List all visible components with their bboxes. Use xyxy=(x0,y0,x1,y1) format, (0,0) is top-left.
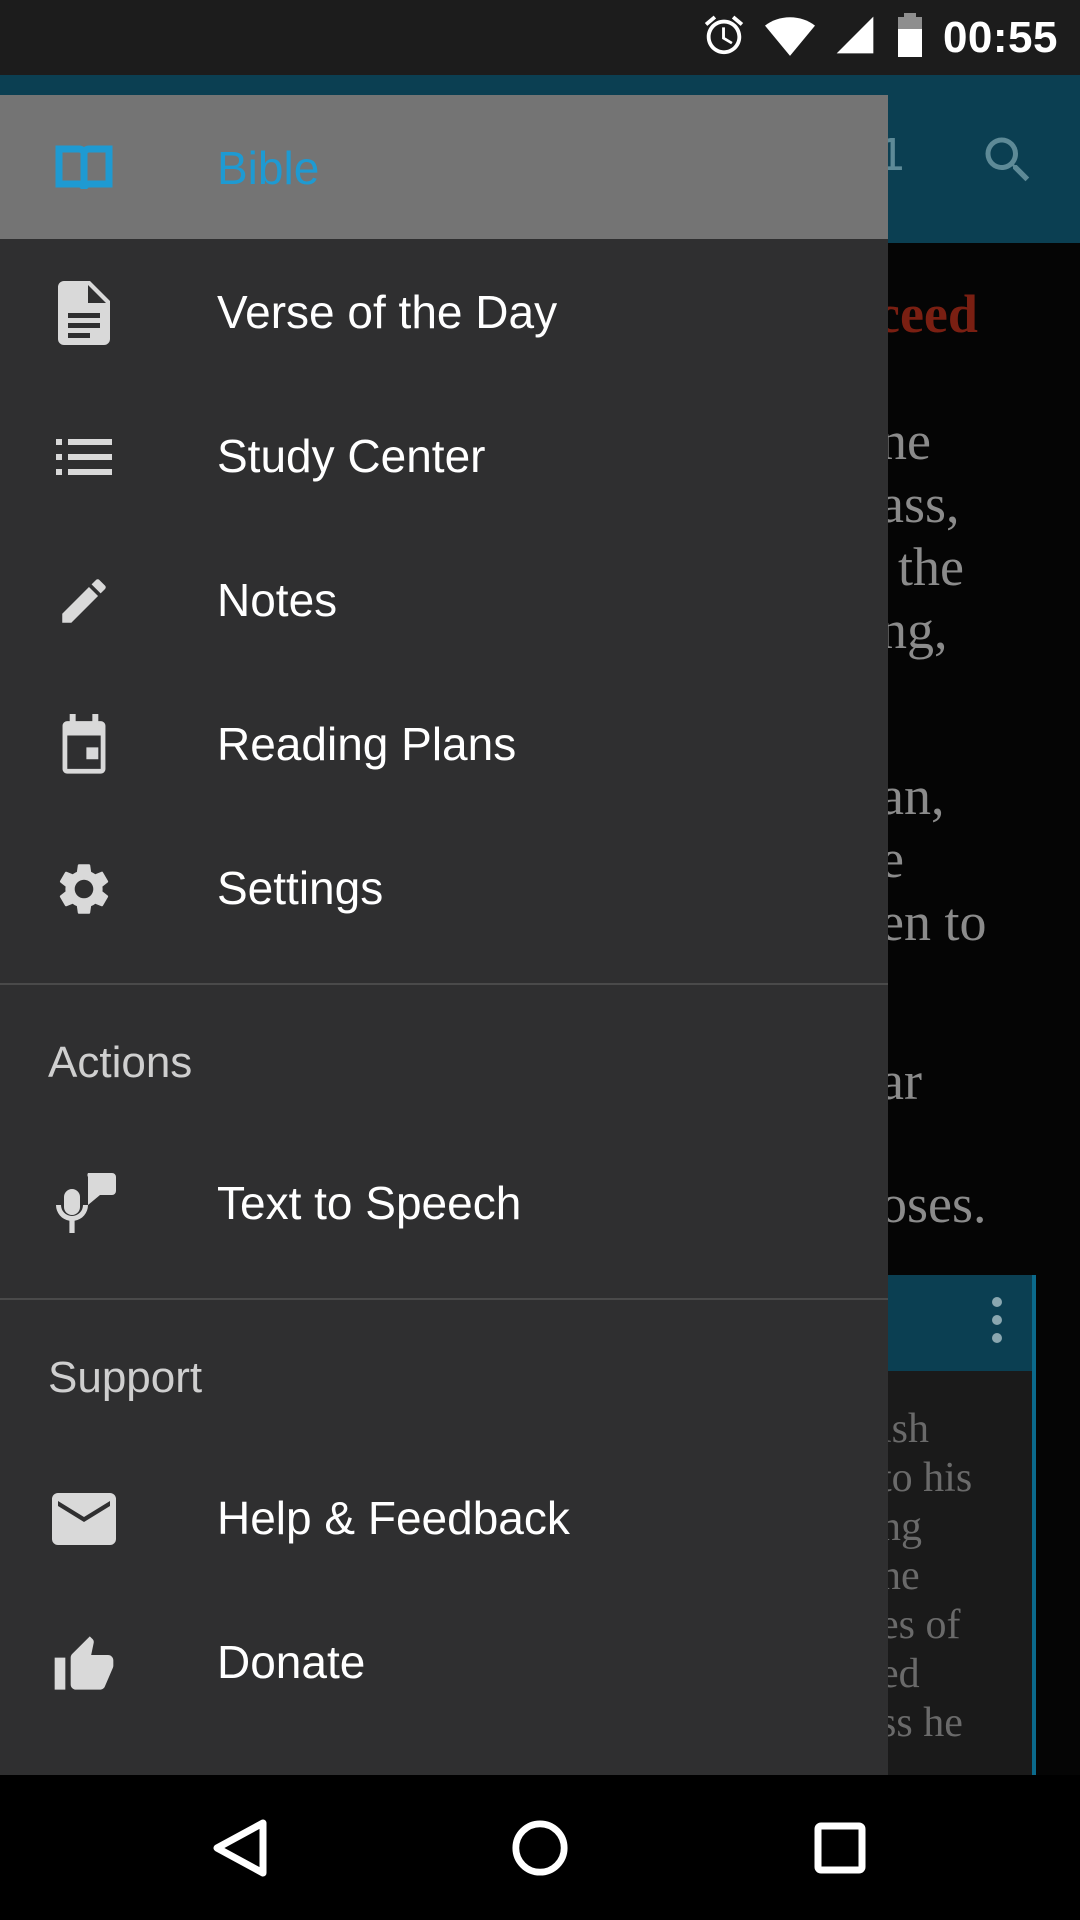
calendar-icon xyxy=(52,713,116,777)
section-header-support: Support xyxy=(48,1353,203,1402)
gear-icon xyxy=(52,857,116,921)
book-icon xyxy=(52,137,116,201)
nav-label-verse-of-the-day: Verse of the Day xyxy=(217,286,558,338)
card-line: to his xyxy=(880,1455,973,1501)
nav-label-reading-plans: Reading Plans xyxy=(217,718,517,770)
nav-label-text-to-speech: Text to Speech xyxy=(217,1177,522,1229)
nav-item-notes[interactable]: Notes xyxy=(0,527,888,671)
section-header-actions: Actions xyxy=(48,1038,193,1087)
divider xyxy=(0,1298,888,1300)
document-icon xyxy=(52,281,116,345)
nav-item-reading-plans[interactable]: Reading Plans xyxy=(0,671,888,815)
text-line: oses. xyxy=(880,1174,987,1234)
search-icon[interactable] xyxy=(978,130,1038,195)
nav-label-help-feedback: Help & Feedback xyxy=(217,1492,570,1544)
nav-item-text-to-speech[interactable]: Text to Speech xyxy=(0,1130,888,1274)
text-line: an, xyxy=(880,766,945,826)
list-icon xyxy=(52,425,116,489)
more-options-icon[interactable] xyxy=(992,1297,1002,1351)
nav-item-help-feedback[interactable]: Help & Feedback xyxy=(0,1445,888,1589)
card-line: es of xyxy=(880,1602,961,1648)
text-line: ass, xyxy=(880,474,960,534)
back-icon[interactable] xyxy=(195,1803,285,1893)
nav-label-bible: Bible xyxy=(217,142,320,194)
mail-icon xyxy=(52,1487,116,1551)
nav-label-notes: Notes xyxy=(217,574,338,626)
nav-item-donate[interactable]: Donate xyxy=(0,1589,888,1733)
thumbs-up-icon xyxy=(52,1631,116,1695)
card-line: ss he xyxy=(880,1700,963,1746)
divider xyxy=(0,983,888,985)
status-bar: 00:55 xyxy=(0,0,1080,75)
nav-item-verse-of-the-day[interactable]: Verse of the Day xyxy=(0,239,888,383)
nav-label-donate: Donate xyxy=(217,1636,366,1688)
nav-item-bible[interactable]: Bible xyxy=(0,95,888,239)
nav-item-study-center[interactable]: Study Center xyxy=(0,383,888,527)
status-time: 00:55 xyxy=(942,12,1058,62)
nav-item-settings[interactable]: Settings xyxy=(0,815,888,959)
alarm-icon xyxy=(701,12,747,63)
text-line: the xyxy=(898,537,964,597)
battery-icon xyxy=(895,11,925,64)
pencil-icon xyxy=(52,569,116,633)
speech-icon xyxy=(52,1172,116,1236)
system-nav-bar xyxy=(0,1775,1080,1920)
text-line: ng, xyxy=(880,600,948,660)
cell-signal-icon xyxy=(833,13,877,62)
wifi-icon xyxy=(764,12,815,63)
recents-icon[interactable] xyxy=(795,1803,885,1893)
text-line: en to xyxy=(880,892,987,952)
navigation-drawer: Bible Verse of the Day Study Center Note… xyxy=(0,95,888,1775)
passage-heading: ceed xyxy=(876,284,978,344)
nav-label-study-center: Study Center xyxy=(217,430,486,482)
home-icon[interactable] xyxy=(495,1803,585,1893)
nav-label-settings: Settings xyxy=(217,862,384,914)
